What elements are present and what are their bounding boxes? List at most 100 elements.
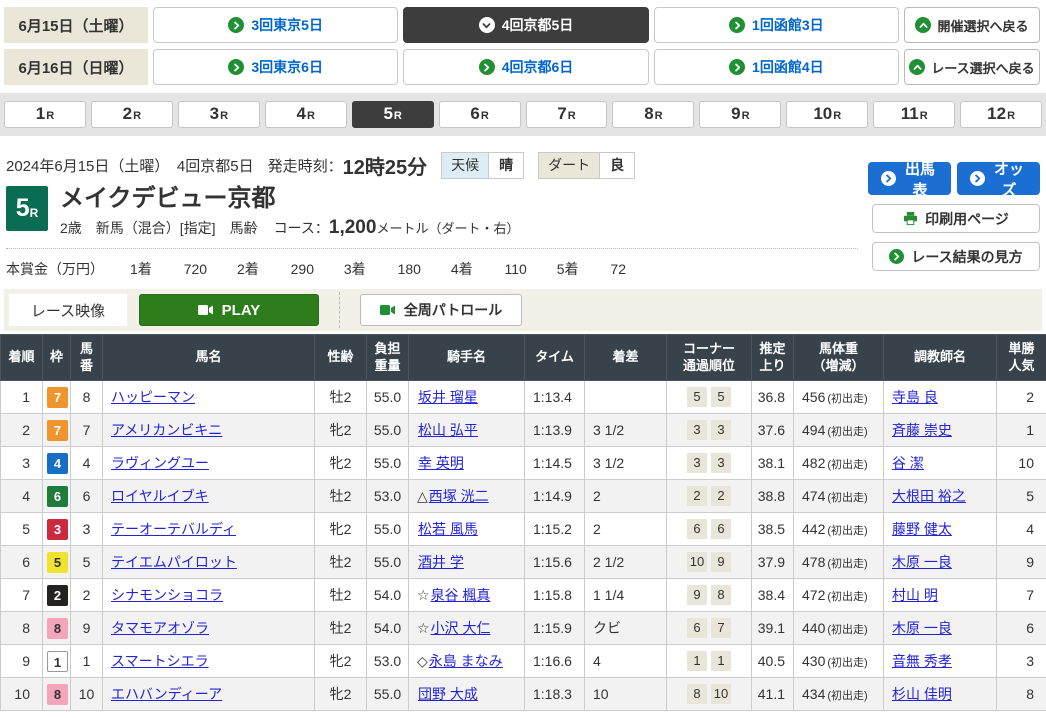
finish-position: 6: [1, 546, 43, 579]
venue-button[interactable]: 4回京都6日: [403, 49, 648, 85]
sex-age: 牝2: [315, 414, 367, 447]
jockey-name-link[interactable]: 団野 大成: [418, 686, 478, 702]
venue-button[interactable]: 1回函館3日: [654, 7, 899, 43]
horse-number: 9: [71, 612, 103, 645]
back-button[interactable]: 開催選択へ戻る: [904, 7, 1040, 43]
trainer-name-link[interactable]: 村山 明: [892, 587, 938, 603]
trainer-name-link[interactable]: 寺島 良: [892, 389, 938, 405]
horse-name-cell: ハッピーマン: [103, 381, 315, 414]
waku-cell: 6: [43, 480, 71, 513]
horse-name-link[interactable]: アメリカンビキニ: [111, 422, 222, 438]
horse-weight: 474: [802, 488, 825, 504]
horse-name-link[interactable]: ラヴィングユー: [111, 455, 209, 471]
chevron-right-circle-icon: [889, 249, 904, 264]
back-button[interactable]: レース選択へ戻る: [904, 49, 1040, 85]
column-header: 枠: [43, 335, 71, 381]
finish-time: 1:15.6: [525, 546, 585, 579]
finish-time: 1:15.2: [525, 513, 585, 546]
jockey-name-link[interactable]: 酒井 学: [418, 554, 464, 570]
race-tab[interactable]: 12R: [960, 101, 1042, 128]
race-tab[interactable]: 1R: [4, 101, 86, 128]
jockey-name-link[interactable]: 松山 弘平: [418, 422, 478, 438]
patrol-video-button[interactable]: 全周パトロール: [360, 294, 522, 326]
race-tab[interactable]: 8R: [612, 101, 694, 128]
horse-name-link[interactable]: テーオーテバルディ: [111, 521, 236, 537]
last-3f-time: 38.4: [752, 579, 794, 612]
jockey-name-link[interactable]: 幸 英明: [418, 455, 464, 471]
race-tab[interactable]: 4R: [265, 101, 347, 128]
course-label: コース：: [274, 220, 329, 236]
horse-name-link[interactable]: ロイヤルイブキ: [111, 488, 209, 504]
trainer-name-link[interactable]: 藤野 健太: [892, 521, 952, 537]
jockey-cell: ◇永島 まなみ: [409, 645, 525, 678]
trainer-name-link[interactable]: 大根田 裕之: [892, 488, 966, 504]
margin: 10: [585, 678, 667, 711]
corner-position-2: 3: [711, 420, 731, 440]
horse-name-link[interactable]: エハバンディーア: [111, 686, 222, 702]
jockey-name-link[interactable]: 西塚 洸二: [429, 488, 489, 504]
waku-cell: 8: [43, 612, 71, 645]
race-tab[interactable]: 3R: [178, 101, 260, 128]
race-tab[interactable]: 2R: [91, 101, 173, 128]
race-tab[interactable]: 11R: [873, 101, 955, 128]
trainer-name-link[interactable]: 杉山 佳明: [892, 686, 952, 702]
finish-time: 1:15.8: [525, 579, 585, 612]
waku-badge: 7: [47, 387, 68, 408]
jockey-name-link[interactable]: 小沢 大仁: [431, 620, 491, 636]
sex-age: 牡2: [315, 612, 367, 645]
carried-weight: 55.0: [367, 546, 409, 579]
odds-button[interactable]: オッズ: [957, 162, 1040, 195]
race-tab[interactable]: 6R: [439, 101, 521, 128]
sex-age: 牡2: [315, 579, 367, 612]
jockey-name-link[interactable]: 坂井 瑠星: [418, 389, 478, 405]
trainer-name-link[interactable]: 音無 秀孝: [892, 653, 952, 669]
horse-name-link[interactable]: タマモアオゾラ: [111, 620, 209, 636]
horse-name-link[interactable]: シナモンショコラ: [111, 587, 223, 603]
venue-button[interactable]: 4回京都5日: [403, 7, 648, 43]
venue-button[interactable]: 1回函館4日: [654, 49, 899, 85]
print-page-button[interactable]: 印刷用ページ: [872, 204, 1040, 233]
waku-cell: 2: [43, 579, 71, 612]
chevron-right-circle-icon: [729, 17, 745, 33]
jockey-name-link[interactable]: 松若 風馬: [418, 521, 478, 537]
margin: クビ: [585, 612, 667, 645]
trainer-name-link[interactable]: 斉藤 崇史: [892, 422, 952, 438]
chevron-right-circle-icon: [479, 59, 495, 75]
prize-place: 1着: [130, 261, 152, 277]
trainer-name-link[interactable]: 木原 一良: [892, 554, 952, 570]
results-guide-button[interactable]: レース結果の見方: [872, 242, 1040, 271]
race-tab-suffix: R: [1007, 110, 1015, 122]
horse-weight-cell: 434(初出走): [794, 678, 884, 711]
jockey-cell: ☆泉谷 楓真: [409, 579, 525, 612]
race-tab[interactable]: 7R: [526, 101, 608, 128]
horse-weight: 430: [802, 653, 825, 669]
venue-button-label: 3回東京5日: [251, 15, 323, 35]
shutuba-button[interactable]: 出馬表: [868, 162, 951, 195]
trainer-cell: 村山 明: [884, 579, 997, 612]
waku-badge: 1: [47, 651, 68, 672]
horse-name-link[interactable]: テイエムパイロット: [111, 554, 237, 570]
trainer-name-link[interactable]: 谷 潔: [892, 455, 924, 471]
finish-time: 1:13.4: [525, 381, 585, 414]
column-header: 推定 上り: [752, 335, 794, 381]
weather-value: 晴: [488, 153, 523, 178]
race-tab[interactable]: 9R: [699, 101, 781, 128]
prize-items: 1着 720 2着 290 3着 180 4着 110 5着 72: [104, 259, 626, 279]
column-header: 馬体重 （増減）: [794, 335, 884, 381]
margin: 3 1/2: [585, 414, 667, 447]
trainer-name-link[interactable]: 木原 一良: [892, 620, 952, 636]
venue-button[interactable]: 3回東京6日: [153, 49, 398, 85]
horse-name-link[interactable]: ハッピーマン: [111, 389, 195, 405]
play-button[interactable]: PLAY: [139, 294, 319, 326]
waku-cell: 7: [43, 414, 71, 447]
corner-positions: 98: [667, 579, 752, 612]
jockey-name-link[interactable]: 泉谷 楓真: [431, 587, 491, 603]
venue-button[interactable]: 3回東京5日: [153, 7, 398, 43]
course-unit: メートル（ダート・右）: [376, 221, 519, 236]
horse-name-link[interactable]: スマートシエラ: [111, 653, 209, 669]
horse-number: 2: [71, 579, 103, 612]
corner-position-2: 1: [711, 651, 731, 671]
race-tab[interactable]: 5R: [352, 101, 434, 128]
jockey-name-link[interactable]: 永島 まなみ: [429, 653, 503, 669]
race-tab[interactable]: 10R: [786, 101, 868, 128]
